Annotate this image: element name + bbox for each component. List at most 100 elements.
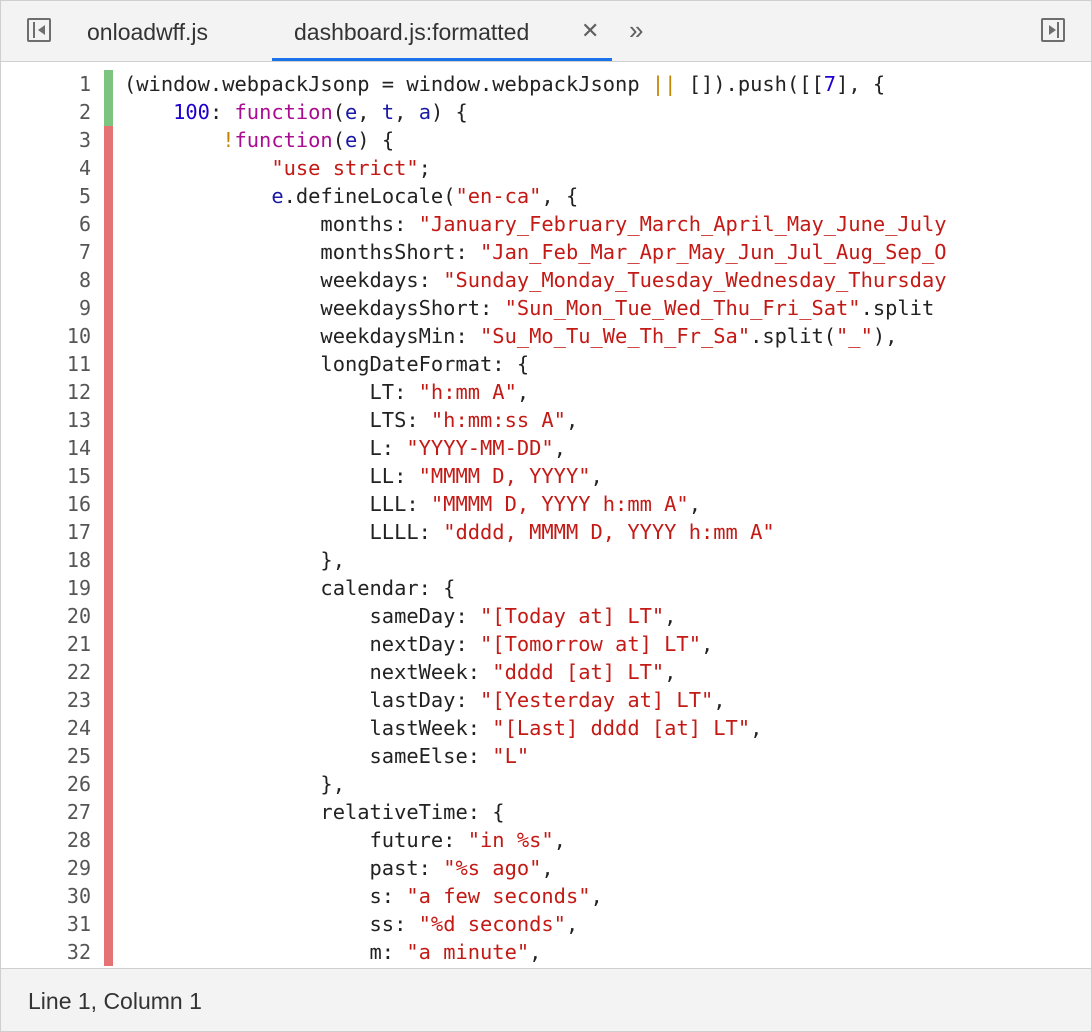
code-token: "Sunday_Monday_Tuesday_Wednesday_Thursda… [443, 268, 947, 292]
line-number[interactable]: 3 [1, 126, 91, 154]
coverage-marker [104, 770, 113, 798]
line-number[interactable]: 1 [1, 70, 91, 98]
code-token: future: [124, 828, 468, 852]
toggle-debugger-icon[interactable] [1041, 18, 1065, 42]
code-token: , [394, 100, 419, 124]
code-token: , [565, 912, 579, 936]
code-line[interactable]: ss: "%d seconds", [124, 910, 579, 938]
line-number[interactable]: 20 [1, 602, 91, 630]
code-line[interactable]: L: "YYYY-MM-DD", [124, 434, 566, 462]
line-number[interactable]: 2 [1, 98, 91, 126]
code-line[interactable]: longDateFormat: { [124, 350, 529, 378]
code-token: : [209, 100, 235, 124]
line-number[interactable]: 10 [1, 322, 91, 350]
code-line[interactable]: "use strict"; [124, 154, 431, 182]
toggle-debugger-icon-bar [1057, 22, 1059, 38]
line-number[interactable]: 27 [1, 798, 91, 826]
code-line[interactable]: LTS: "h:mm:ss A", [124, 406, 579, 434]
code-line[interactable]: e.defineLocale("en-ca", { [124, 182, 578, 210]
code-line[interactable]: months: "January_February_March_April_Ma… [124, 210, 946, 238]
more-tabs-icon[interactable]: » [629, 1, 644, 61]
line-number[interactable]: 9 [1, 294, 91, 322]
line-number-gutter: 1 2 3 4 5 6 7 8 9 10 11 12 13 14 15 16 17 18 19 20 21 22 23 24 2… [1, 62, 102, 968]
cursor-position: Line 1, Column 1 [28, 988, 202, 1014]
tab-dashboard-formatted[interactable]: dashboard.js:formatted [272, 1, 612, 61]
code-line[interactable]: }, [124, 770, 345, 798]
coverage-marker [104, 154, 113, 182]
status-bar: Line 1, Column 1 [1, 968, 1091, 1031]
code-token: || [651, 72, 677, 96]
code-line[interactable]: LT: "h:mm A", [124, 378, 530, 406]
code-token: "in %s" [467, 828, 554, 852]
line-number[interactable]: 30 [1, 882, 91, 910]
line-number[interactable]: 7 [1, 238, 91, 266]
coverage-marker [104, 210, 113, 238]
code-line[interactable]: relativeTime: { [124, 798, 504, 826]
line-number[interactable]: 16 [1, 490, 91, 518]
code-line[interactable]: weekdays: "Sunday_Monday_Tuesday_Wednesd… [124, 266, 947, 294]
code-line[interactable]: !function(e) { [124, 126, 394, 154]
code-token: nextWeek: [124, 660, 493, 684]
line-number[interactable]: 14 [1, 434, 91, 462]
code-token: s: [124, 884, 407, 908]
code-line[interactable]: nextWeek: "dddd [at] LT", [124, 658, 677, 686]
line-number[interactable]: 15 [1, 462, 91, 490]
coverage-marker [104, 126, 113, 154]
tab-onloadwff[interactable]: onloadwff.js [87, 1, 208, 61]
line-number[interactable]: 6 [1, 210, 91, 238]
code-line[interactable]: LL: "MMMM D, YYYY", [124, 462, 603, 490]
line-number[interactable]: 31 [1, 910, 91, 938]
line-number[interactable]: 19 [1, 574, 91, 602]
code-line[interactable]: nextDay: "[Tomorrow at] LT", [124, 630, 714, 658]
code-editor[interactable]: 1 2 3 4 5 6 7 8 9 10 11 12 13 14 15 16 17 18 19 20 21 22 23 24 2… [1, 62, 1091, 968]
line-number[interactable]: 8 [1, 266, 91, 294]
code-token: ) { [357, 128, 395, 152]
line-number[interactable]: 32 [1, 938, 91, 966]
code-line[interactable]: calendar: { [124, 574, 455, 602]
code-line[interactable]: LLLL: "dddd, MMMM D, YYYY h:mm A" [124, 518, 775, 546]
coverage-marker [104, 882, 113, 910]
line-number[interactable]: 5 [1, 182, 91, 210]
code-line[interactable]: weekdaysShort: "Sun_Mon_Tue_Wed_Thu_Fri_… [124, 294, 934, 322]
line-number[interactable]: 22 [1, 658, 91, 686]
toggle-navigator-icon[interactable] [27, 18, 51, 42]
code-line[interactable]: monthsShort: "Jan_Feb_Mar_Apr_May_Jun_Ju… [124, 238, 946, 266]
code-token: LLLL: [124, 520, 444, 544]
code-line[interactable]: }, [124, 546, 345, 574]
line-number[interactable]: 17 [1, 518, 91, 546]
code-token: "MMMM D, YYYY h:mm A" [430, 492, 689, 516]
code-line[interactable]: past: "%s ago", [124, 854, 554, 882]
line-number[interactable]: 25 [1, 742, 91, 770]
code-line[interactable]: lastDay: "[Yesterday at] LT", [124, 686, 726, 714]
code-line[interactable]: sameElse: "L" [124, 742, 530, 770]
line-number[interactable]: 4 [1, 154, 91, 182]
code-token: lastDay: [124, 688, 481, 712]
line-number[interactable]: 23 [1, 686, 91, 714]
line-number[interactable]: 26 [1, 770, 91, 798]
code-line[interactable]: 100: function(e, t, a) { [124, 98, 468, 126]
close-tab-icon[interactable]: ✕ [581, 1, 599, 61]
code-line[interactable]: lastWeek: "[Last] dddd [at] LT", [124, 714, 763, 742]
line-number[interactable]: 12 [1, 378, 91, 406]
code-line[interactable]: weekdaysMin: "Su_Mo_Tu_We_Th_Fr_Sa".spli… [124, 322, 897, 350]
line-number[interactable]: 28 [1, 826, 91, 854]
code-line[interactable]: LLL: "MMMM D, YYYY h:mm A", [124, 490, 701, 518]
line-number[interactable]: 29 [1, 854, 91, 882]
code-token: LLL: [124, 492, 431, 516]
line-number[interactable]: 11 [1, 350, 91, 378]
code-token: "Sun_Mon_Tue_Wed_Thu_Fri_Sat" [504, 296, 861, 320]
line-number[interactable]: 21 [1, 630, 91, 658]
code-line[interactable]: future: "in %s", [124, 826, 566, 854]
code-line[interactable]: sameDay: "[Today at] LT", [124, 602, 677, 630]
coverage-marker [104, 798, 113, 826]
code-line[interactable]: (window.webpackJsonp = window.webpackJso… [124, 70, 885, 98]
code-line[interactable]: m: "a minute", [124, 938, 542, 966]
code-token: .split( [750, 324, 837, 348]
line-number[interactable]: 13 [1, 406, 91, 434]
code-token: , [357, 100, 382, 124]
code-line[interactable]: s: "a few seconds", [124, 882, 603, 910]
line-number[interactable]: 24 [1, 714, 91, 742]
code-token: months: [124, 212, 419, 236]
line-number[interactable]: 18 [1, 546, 91, 574]
